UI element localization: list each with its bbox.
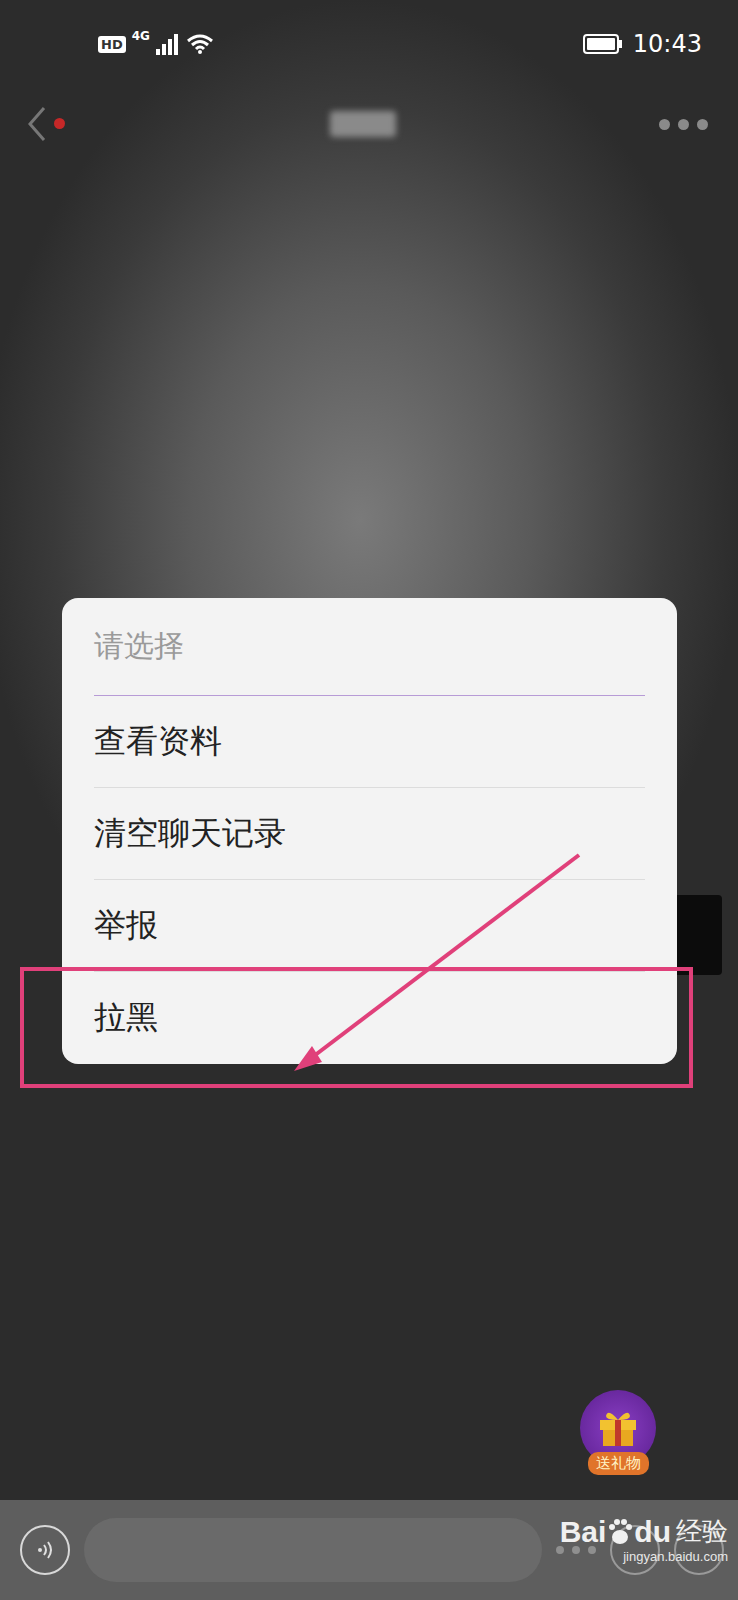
action-dialog: 请选择查看资料清空聊天记录举报拉黑 [62, 598, 677, 1064]
battery-icon [583, 34, 623, 54]
gift-label: 送礼物 [588, 1452, 649, 1475]
chat-header [0, 88, 738, 160]
back-chevron-icon [26, 106, 48, 142]
watermark-product: 经验 [676, 1514, 728, 1549]
watermark-url: jingyan.baidu.com [623, 1549, 728, 1564]
chat-screen: HD4G10:43请选择查看资料清空聊天记录举报拉黑送礼物Baidu经验jing… [0, 0, 738, 1600]
menu-item[interactable]: 举报 [94, 880, 645, 972]
status-left: HD4G [98, 33, 214, 55]
annotation-box [20, 967, 693, 1088]
voice-button[interactable] [20, 1525, 70, 1575]
watermark: Baidu经验jingyan.baidu.com [560, 1514, 728, 1564]
video-area: 请选择查看资料清空聊天记录举报拉黑 [0, 160, 738, 1500]
status-time: 10:43 [633, 30, 702, 58]
more-dot [659, 119, 670, 130]
voice-icon [33, 1538, 57, 1562]
status-bar: HD4G10:43 [0, 0, 738, 88]
wifi-icon [186, 33, 214, 55]
menu-item[interactable]: 查看资料 [94, 696, 645, 788]
menu-item[interactable]: 拉黑 [94, 972, 645, 1064]
gift-button[interactable]: 送礼物 [578, 1390, 658, 1475]
more-dot [697, 119, 708, 130]
more-dot [678, 119, 689, 130]
watermark-brand: Baidu经验 [560, 1514, 728, 1549]
more-icon[interactable] [659, 119, 708, 130]
unread-dot [54, 118, 65, 129]
message-input[interactable] [84, 1518, 542, 1582]
hd-badge: HD [98, 36, 126, 53]
back-button[interactable] [26, 104, 66, 144]
paw-icon [607, 1518, 633, 1546]
signal-icon [156, 33, 180, 55]
dialog-title: 请选择 [94, 598, 645, 696]
gift-icon [596, 1408, 640, 1448]
network-label: 4G [132, 29, 150, 43]
status-right: 10:43 [583, 30, 702, 58]
blurred-title [330, 111, 396, 137]
menu-item[interactable]: 清空聊天记录 [94, 788, 645, 880]
